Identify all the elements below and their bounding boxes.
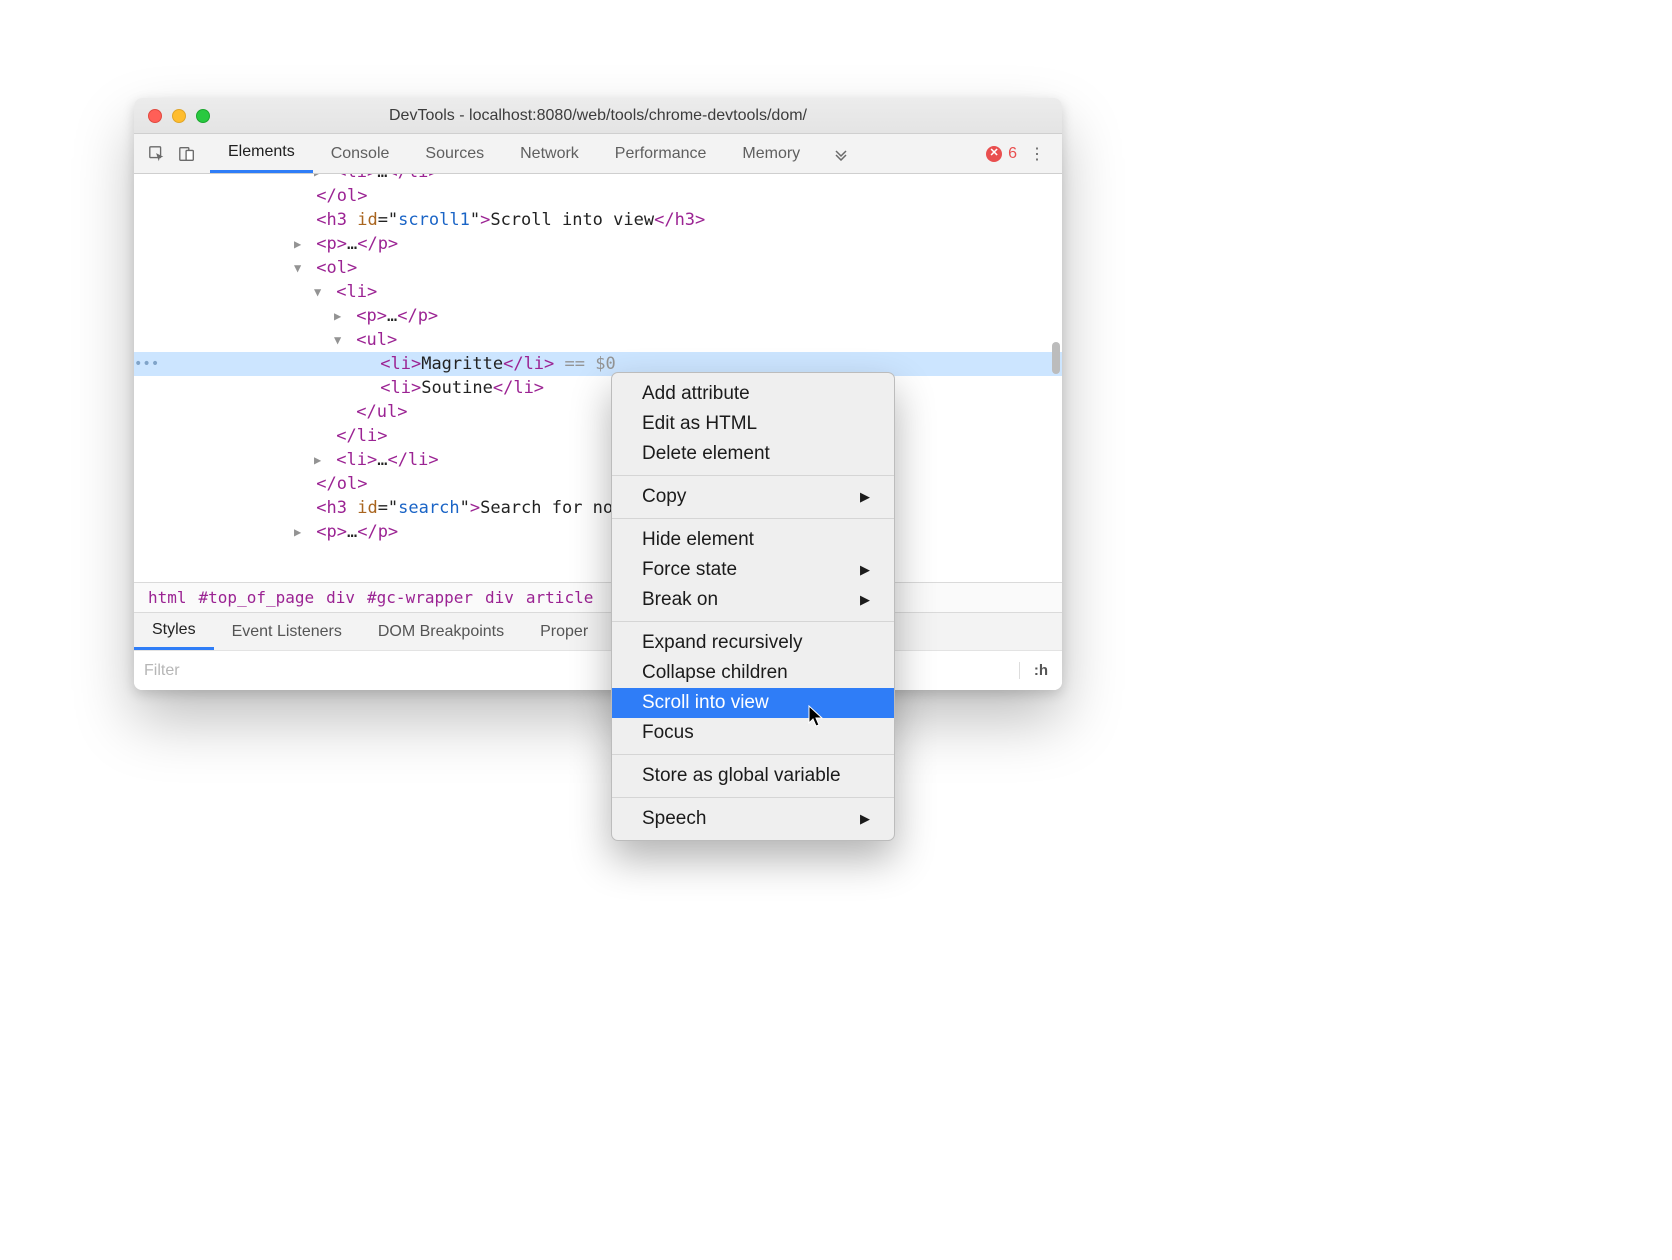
dom-tree-line[interactable]: ▶ <p>…</p> <box>134 232 1062 256</box>
selection-dots-icon: ••• <box>134 352 152 376</box>
tab-event-listeners[interactable]: Event Listeners <box>214 613 360 650</box>
dom-tree-line[interactable]: ▼ <li> <box>134 280 1062 304</box>
context-menu-separator <box>612 518 894 519</box>
tab-elements[interactable]: Elements <box>210 134 313 173</box>
tab-dom-breakpoints[interactable]: DOM Breakpoints <box>360 613 522 650</box>
context-menu-item[interactable]: Expand recursively <box>612 628 894 658</box>
dom-tree-line[interactable]: <h3 id="scroll1">Scroll into view</h3> <box>134 208 1062 232</box>
submenu-arrow-icon: ▶ <box>860 562 870 578</box>
sidebar-tabs: Styles Event Listeners DOM Breakpoints P… <box>134 612 1062 650</box>
dom-tree-line[interactable]: ▶ <p>…</p> <box>134 304 1062 328</box>
window-controls <box>148 109 210 123</box>
context-menu-item[interactable]: Force state▶ <box>612 555 894 585</box>
panel-tabs: Elements Console Sources Network Perform… <box>210 134 818 173</box>
dom-tree-line[interactable]: <li>Soutine</li> <box>134 376 1062 400</box>
dom-tree-line[interactable]: </ul> <box>134 400 1062 424</box>
context-menu-separator <box>612 754 894 755</box>
dom-tree-line[interactable]: </ol> <box>134 472 1062 496</box>
submenu-arrow-icon: ▶ <box>860 592 870 608</box>
context-menu-item[interactable]: Hide element <box>612 525 894 555</box>
context-menu-separator <box>612 475 894 476</box>
context-menu-item[interactable]: Edit as HTML <box>612 409 894 439</box>
breadcrumb-item[interactable]: html <box>142 588 193 607</box>
error-badge-icon[interactable]: ✕ <box>986 146 1002 162</box>
breadcrumb-item[interactable]: div <box>479 588 520 607</box>
tab-properties[interactable]: Proper <box>522 613 606 650</box>
kebab-menu-icon[interactable]: ⋮ <box>1023 144 1052 164</box>
cursor-pointer-icon <box>808 705 826 729</box>
scrollbar-thumb[interactable] <box>1052 342 1060 374</box>
dom-tree-line[interactable]: </li> <box>134 424 1062 448</box>
submenu-arrow-icon: ▶ <box>860 811 870 827</box>
main-toolbar: Elements Console Sources Network Perform… <box>134 134 1062 174</box>
titlebar: DevTools - localhost:8080/web/tools/chro… <box>134 98 1062 134</box>
context-menu-item[interactable]: Scroll into view <box>612 688 894 718</box>
styles-filter-row: :h <box>134 650 1062 690</box>
tab-performance[interactable]: Performance <box>597 134 725 173</box>
dom-tree-line[interactable]: ▼ <ul> <box>134 328 1062 352</box>
dom-tree-line[interactable]: <h3 id="search">Search for node <box>134 496 1062 520</box>
window-title: DevTools - localhost:8080/web/tools/chro… <box>134 107 1062 125</box>
tab-styles[interactable]: Styles <box>134 613 214 650</box>
dom-tree-line[interactable]: ▶ <p>…</p> <box>134 520 1062 544</box>
breadcrumb-item[interactable]: div <box>320 588 361 607</box>
error-count[interactable]: 6 <box>1008 145 1017 163</box>
device-toolbar-icon[interactable] <box>172 145 202 163</box>
submenu-arrow-icon: ▶ <box>860 489 870 505</box>
devtools-window: DevTools - localhost:8080/web/tools/chro… <box>134 98 1062 690</box>
more-tabs-icon[interactable] <box>824 147 858 161</box>
inspect-element-icon[interactable] <box>142 145 172 163</box>
context-menu-separator <box>612 621 894 622</box>
context-menu-item[interactable]: Collapse children <box>612 658 894 688</box>
context-menu-item[interactable]: Copy▶ <box>612 482 894 512</box>
tab-network[interactable]: Network <box>502 134 597 173</box>
tab-console[interactable]: Console <box>313 134 408 173</box>
dom-tree-line[interactable]: </ol> <box>134 184 1062 208</box>
tab-memory[interactable]: Memory <box>724 134 818 173</box>
breadcrumb-item[interactable]: #top_of_page <box>193 588 321 607</box>
maximize-window-button[interactable] <box>196 109 210 123</box>
context-menu-item[interactable]: Speech▶ <box>612 804 894 834</box>
dom-tree-line[interactable]: ▼ <ol> <box>134 256 1062 280</box>
dom-tree-line[interactable]: ▶ <li>…</li> <box>134 448 1062 472</box>
dom-breadcrumb: html #top_of_page div #gc-wrapper div ar… <box>134 582 1062 612</box>
context-menu-item[interactable]: Break on▶ <box>612 585 894 615</box>
breadcrumb-item[interactable]: article <box>520 588 599 607</box>
context-menu: Add attributeEdit as HTMLDelete element C… <box>611 372 895 841</box>
context-menu-separator <box>612 797 894 798</box>
context-menu-item[interactable]: Add attribute <box>612 379 894 409</box>
close-window-button[interactable] <box>148 109 162 123</box>
context-menu-item[interactable]: Delete element <box>612 439 894 469</box>
tab-sources[interactable]: Sources <box>407 134 502 173</box>
breadcrumb-item[interactable]: #gc-wrapper <box>361 588 479 607</box>
context-menu-item[interactable]: Store as global variable <box>612 761 894 791</box>
context-menu-item[interactable]: Focus <box>612 718 894 748</box>
elements-tree[interactable]: ▶ <li>…</li> </ol> <h3 id="scroll1">Scro… <box>134 174 1062 582</box>
dom-tree-line[interactable]: ••• <li>Magritte</li> == $0 <box>134 352 1062 376</box>
dom-tree-line[interactable]: ▶ <li>…</li> <box>134 174 1062 184</box>
hover-toggle[interactable]: :h <box>1019 662 1062 679</box>
minimize-window-button[interactable] <box>172 109 186 123</box>
